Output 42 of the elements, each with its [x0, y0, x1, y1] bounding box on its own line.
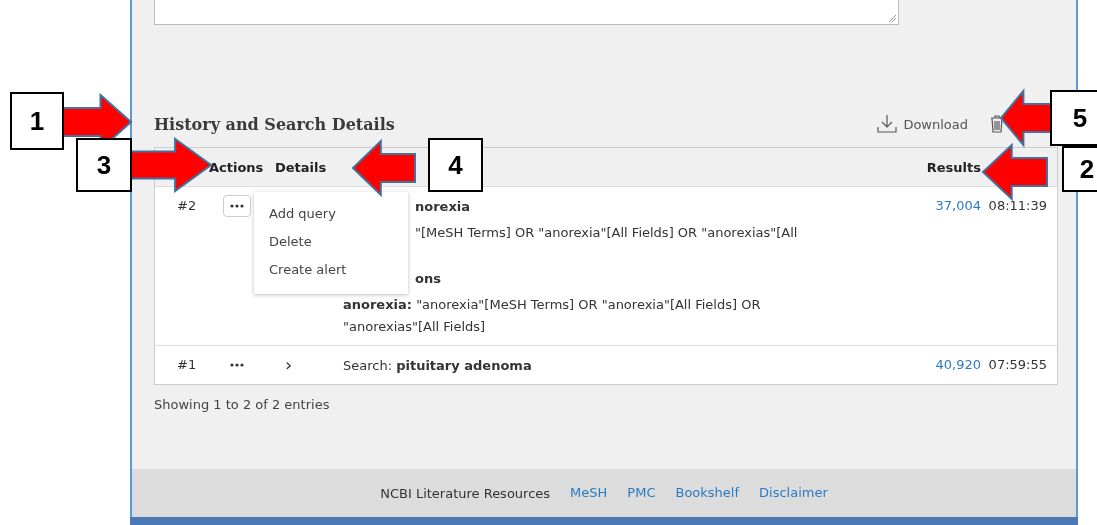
column-header: Results: [925, 159, 981, 175]
callout-number: 1: [10, 92, 64, 150]
more-actions-button[interactable]: [223, 195, 251, 217]
delete-button[interactable]: [990, 115, 1004, 133]
table-cell-text: #1: [176, 356, 198, 374]
callout-arrow: [999, 88, 1052, 148]
trash-icon: [990, 115, 1004, 133]
table-cell-text: 08:11:39: [987, 197, 1048, 215]
expand-button[interactable]: ›: [281, 355, 297, 375]
callout-number: 2: [1062, 146, 1097, 192]
text-area[interactable]: [154, 0, 899, 25]
detail-heading: ons: [414, 270, 442, 288]
resize-grip-icon[interactable]: [888, 14, 896, 22]
menu-item[interactable]: Add query: [254, 200, 408, 228]
footer-link[interactable]: PMC: [627, 483, 656, 503]
footer-text: NCBI Literature Resources: [380, 485, 551, 501]
menu-item[interactable]: Delete: [254, 228, 408, 256]
download-icon: [877, 114, 898, 134]
table-cell-text: 07:59:55: [987, 356, 1048, 374]
query-text: anorexia: "anorexia"[MeSH Terms] OR "anorexia"[All Fields] OR "anorexias"[All Fields]: [343, 296, 762, 336]
footer-link[interactable]: MeSH: [570, 483, 608, 503]
results-link[interactable]: 40,920: [935, 357, 981, 372]
callout-number: 3: [76, 138, 132, 192]
download-button[interactable]: Download: [877, 114, 968, 134]
column-header: Details: [275, 159, 328, 175]
query-text: "[MeSH Terms] OR "anorexia"[All Fields] OR "anorexias"[All: [414, 224, 799, 242]
callout-arrow: [351, 138, 416, 198]
detail-heading: norexia: [414, 198, 472, 216]
ellipsis-icon: [230, 204, 244, 208]
section-heading: History and Search Details: [154, 114, 396, 134]
callout-number: 5: [1050, 90, 1097, 146]
table-cell-text: #2: [176, 197, 198, 215]
ellipsis-icon: [230, 363, 244, 367]
query-text: Search: pituitary adenoma: [343, 357, 533, 375]
footer-link[interactable]: Disclaimer: [759, 483, 828, 503]
column-header: Actions: [209, 159, 265, 175]
callout-number: 4: [428, 138, 483, 192]
footer-link[interactable]: Bookshelf: [675, 483, 740, 503]
menu-item[interactable]: Create alert: [254, 256, 408, 284]
results-link[interactable]: 37,004: [935, 198, 981, 213]
entries-count: Showing 1 to 2 of 2 entries: [154, 397, 331, 412]
callout-arrow: [981, 142, 1048, 202]
